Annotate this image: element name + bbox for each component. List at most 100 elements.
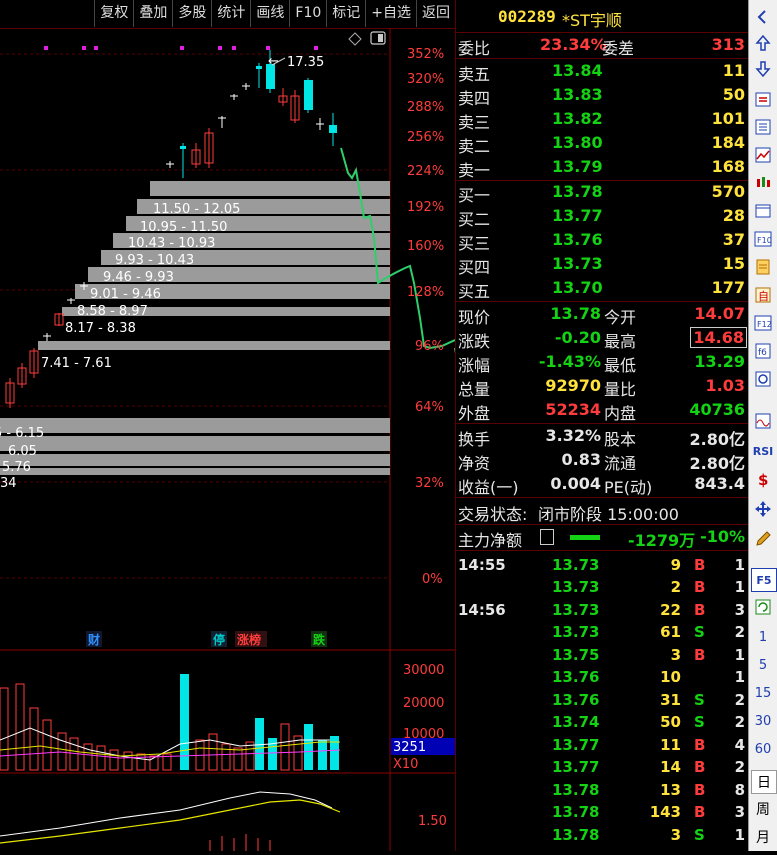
axis-label: 224%: [407, 164, 444, 179]
ask-label: 卖三: [458, 113, 491, 132]
main-flow-value: -1279万: [628, 531, 696, 550]
arrow-up-icon[interactable]: [751, 32, 775, 54]
period-15min[interactable]: 15: [751, 682, 775, 704]
document-icon[interactable]: [751, 256, 775, 278]
order-diff-label: 委差: [602, 39, 635, 58]
period-week[interactable]: 周: [751, 798, 775, 820]
ask-label: 卖二: [458, 137, 491, 156]
bid-row: 买四 13.73 15: [456, 253, 749, 277]
period-30min[interactable]: 30: [751, 710, 775, 732]
axis-label: 32%: [415, 476, 444, 491]
tick-row: 13.78 13 B 8: [552, 781, 745, 799]
bid-label: 买四: [458, 258, 491, 277]
tick-row: 13.75 3 B 1: [552, 646, 745, 664]
stat-row: 净资 0.83 流通 2.80亿: [456, 449, 749, 473]
chip-label: 10.95 - 11.50: [140, 220, 227, 235]
stat-label: 涨幅: [458, 356, 491, 375]
toolbar-button-draw-line[interactable]: 画线: [250, 0, 289, 27]
toolbar-button-overlay[interactable]: 叠加: [133, 0, 172, 27]
toolbar-button-multi-stock[interactable]: 多股: [172, 0, 211, 27]
bid-price: 13.78: [552, 182, 603, 201]
axis-label: 160%: [407, 239, 444, 254]
axis-label: 192%: [407, 200, 444, 215]
f12-icon[interactable]: F12: [751, 312, 775, 334]
main-flow-bar: [570, 535, 600, 540]
event-mark-fall: 跌: [313, 632, 326, 647]
watchlist-icon[interactable]: 自: [751, 284, 775, 306]
toolbar-button-add-watchlist[interactable]: +自选: [365, 0, 416, 27]
main-flow-row[interactable]: 主力净额 -1279万 -10%: [456, 526, 749, 550]
stock-name: *ST宇顺: [562, 11, 622, 30]
bid-volume: 570: [711, 182, 745, 201]
order-ratio-row: 委比 23.34% 委差 313: [456, 34, 749, 58]
period-5min[interactable]: 5: [751, 654, 775, 676]
toolbar-button-statistics[interactable]: 统计: [211, 0, 250, 27]
diamond-icon[interactable]: [348, 32, 362, 46]
line-chart-icon[interactable]: [751, 144, 775, 166]
period-60min[interactable]: 60: [751, 738, 775, 760]
stat-value: 13.29: [694, 352, 745, 371]
move-arrows-icon[interactable]: [751, 498, 775, 520]
chip-label: 8.58 - 8.97: [77, 304, 148, 319]
f5-button[interactable]: F5: [751, 568, 777, 592]
stat-row: 收益(一) 0.004 PE(动) 843.4: [456, 473, 749, 497]
stat-row: 外盘 52234 内盘 40736: [456, 399, 749, 423]
bid-row: 买三 13.76 37: [456, 229, 749, 253]
wave-icon[interactable]: [751, 410, 775, 432]
main-flow-menu-icon[interactable]: [540, 529, 554, 545]
period-1min[interactable]: 1: [751, 626, 775, 648]
refresh-icon[interactable]: [751, 596, 775, 618]
period-day[interactable]: 日: [751, 770, 777, 794]
stat-value: 2.80亿: [689, 430, 745, 449]
stock-code: 002289: [498, 7, 556, 26]
tick-row: 13.73 2 B 1: [552, 578, 745, 596]
toolbar-button-restore-rights[interactable]: 复权: [94, 0, 133, 27]
volume-axis: 30000 20000 10000 3251 X10: [391, 663, 455, 772]
stat-label: 最低: [604, 356, 637, 375]
chip-label: 9.93 - 10.43: [115, 253, 194, 268]
stat-label: 最高: [604, 332, 637, 351]
right-tool-bar: F10 自 F12 f6 RSI $ F5 1 5 15 30 60 日 周 月: [748, 0, 777, 851]
peak-annotation: ← 17.35: [268, 54, 324, 70]
arrow-left-icon[interactable]: [751, 6, 775, 28]
stat-value: 3.32%: [545, 426, 601, 445]
bid-label: 买一: [458, 186, 491, 205]
event-mark-halt: 停: [213, 632, 225, 647]
period-month[interactable]: 月: [751, 826, 775, 848]
ask-row: 卖一 13.79 168: [456, 156, 749, 180]
arrow-down-icon[interactable]: [751, 58, 775, 80]
bid-row: 买一 13.78 570: [456, 181, 749, 205]
dollar-icon[interactable]: $: [751, 468, 775, 490]
bid-price: 13.73: [552, 254, 603, 273]
chip-label: 34: [0, 476, 17, 491]
f6-icon[interactable]: f6: [751, 340, 775, 362]
toolbar-button-f10[interactable]: F10: [289, 0, 326, 27]
stat-label: PE(动): [604, 478, 653, 497]
stat-row: 现价 13.78 今开 14.07: [456, 303, 749, 327]
window-icon[interactable]: [751, 200, 775, 222]
tick-row: 13.74 50 S 2: [552, 713, 745, 731]
order-ratio-value: 23.34%: [540, 35, 607, 54]
rsi-button[interactable]: RSI: [751, 440, 775, 462]
f10-icon[interactable]: F10: [751, 228, 775, 250]
bid-volume: 15: [722, 254, 745, 273]
tick-row: 13.73 61 S 2: [552, 623, 745, 641]
chip-label: 5 - 6.15: [0, 426, 44, 441]
tick-row: 14:56 13.73 22 B 3: [458, 601, 745, 619]
pencil-icon[interactable]: [751, 528, 775, 550]
stat-label: 换手: [458, 430, 491, 449]
candlestick-icon[interactable]: [751, 172, 775, 194]
list-icon[interactable]: [751, 116, 775, 138]
ask-volume: 168: [711, 157, 745, 176]
toolbar-button-back[interactable]: 返回: [416, 0, 455, 27]
stat-label: 流通: [604, 454, 637, 473]
trade-status-value: 闭市阶段 15:00:00: [538, 505, 679, 524]
calendar-icon[interactable]: [751, 88, 775, 110]
toolbar-button-mark[interactable]: 标记: [326, 0, 365, 27]
circle-icon[interactable]: [751, 368, 775, 390]
kline-chart-area[interactable]: 11.50 - 12.05 10.95 - 11.50 10.43 - 10.9…: [0, 28, 473, 851]
chart-toolbar: 复权 叠加 多股 统计 画线 F10 标记 +自选 返回: [0, 0, 455, 29]
ask-row: 卖三 13.82 101: [456, 108, 749, 132]
window-toggle-icon[interactable]: [370, 31, 386, 45]
axis-label: 0%: [422, 572, 443, 587]
